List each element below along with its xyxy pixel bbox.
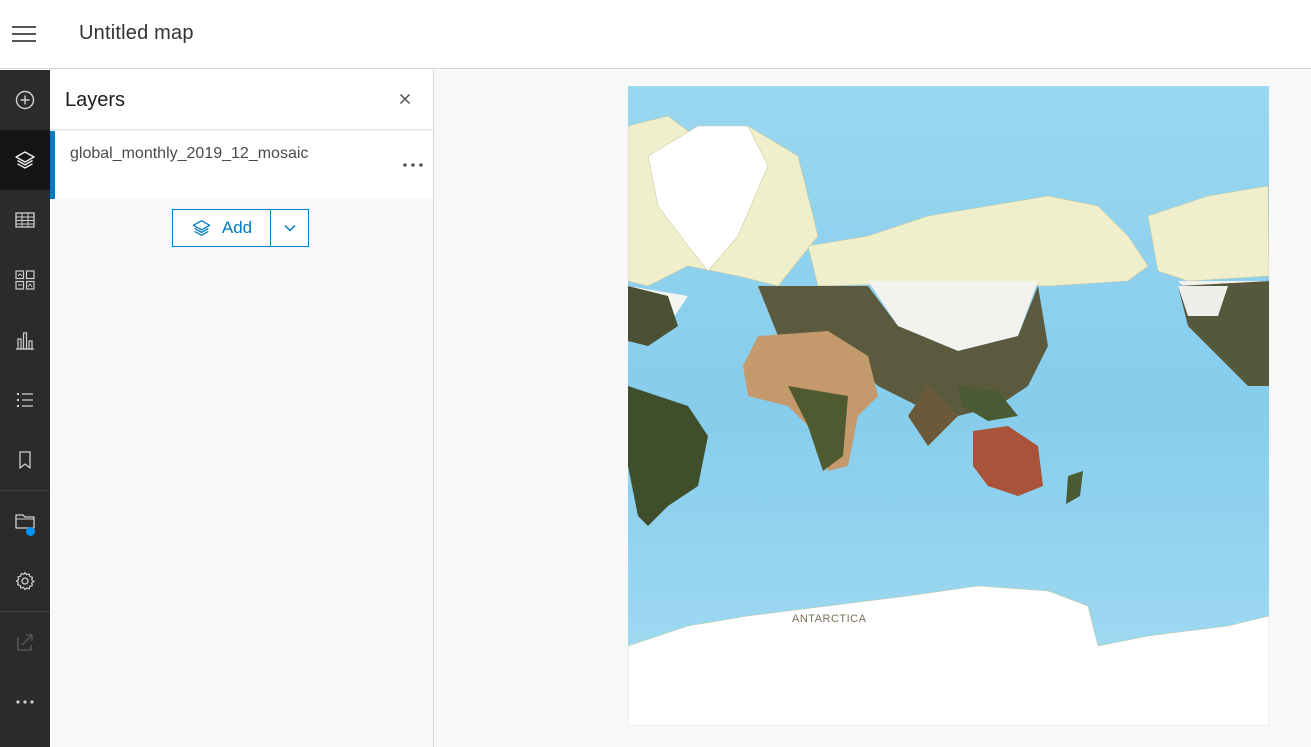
world-map[interactable]: ANTARCTICA — [627, 86, 1270, 727]
map-view[interactable]: ANTARCTICA — [434, 70, 1311, 747]
table-icon[interactable] — [0, 190, 50, 250]
layer-item[interactable]: global_monthly_2019_12_mosaic — [50, 131, 433, 199]
layer-options-icon[interactable] — [398, 153, 428, 177]
share-icon[interactable] — [0, 612, 50, 672]
folder-icon[interactable] — [0, 491, 50, 551]
layer-name: global_monthly_2019_12_mosaic — [70, 145, 309, 162]
more-icon[interactable] — [0, 672, 50, 732]
action-bar — [0, 70, 50, 747]
panel-header: Layers — [50, 70, 433, 130]
menu-icon[interactable] — [0, 0, 50, 69]
chart-icon[interactable] — [0, 310, 50, 370]
map-title[interactable]: Untitled map — [79, 22, 194, 45]
layers-icon — [192, 220, 211, 237]
selected-indicator — [50, 131, 55, 199]
close-icon[interactable] — [390, 84, 420, 114]
layers-icon[interactable] — [0, 130, 50, 190]
layers-panel: Layers global_monthly_2019_12_mosaic Add — [50, 70, 434, 747]
add-layer-split-button: Add — [172, 209, 309, 247]
gear-icon[interactable] — [0, 551, 50, 611]
panel-title: Layers — [65, 89, 126, 111]
list-icon[interactable] — [0, 370, 50, 430]
add-label: Add — [221, 218, 253, 237]
legend-icon[interactable] — [0, 250, 50, 310]
bookmark-icon[interactable] — [0, 430, 50, 490]
add-button[interactable]: Add — [173, 210, 271, 246]
notification-dot — [26, 527, 35, 536]
antarctica-label: ANTARCTICA — [792, 613, 867, 625]
chevron-down-icon[interactable] — [271, 210, 308, 246]
add-icon[interactable] — [0, 70, 50, 130]
header-bar: Untitled map — [0, 0, 1311, 69]
